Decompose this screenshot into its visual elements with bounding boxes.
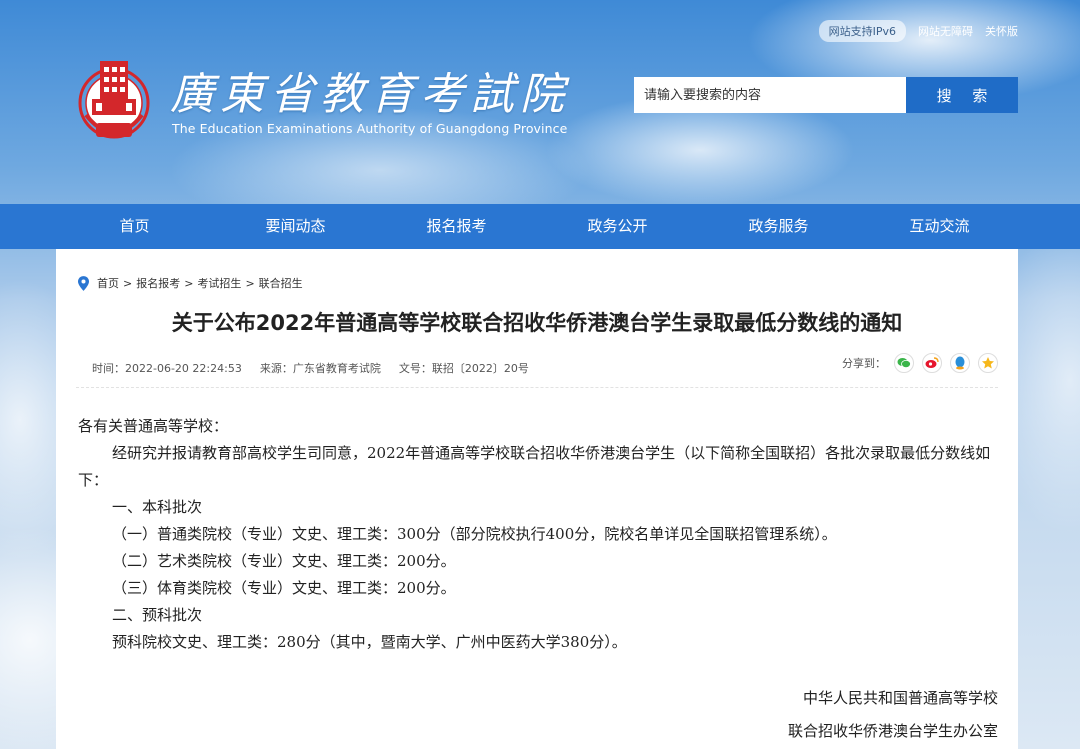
article-paragraph: 二、预科批次 [112, 606, 203, 624]
breadcrumb-home[interactable]: 首页 [97, 275, 119, 291]
article-doc-number: 文号：联招〔2022〕20号 [398, 362, 529, 375]
article-paragraph: 经研究并报请教育部高校学生司同意，2022年普通高等学校联合招收华侨港澳台学生（… [78, 444, 991, 489]
nav-item-registration[interactable]: 报名报考 [376, 204, 537, 249]
logo-emblem-icon [72, 55, 156, 147]
care-version-link[interactable]: 关怀版 [985, 23, 1018, 39]
nav-item-gov-services[interactable]: 政务服务 [698, 204, 859, 249]
logo-title: 廣東省教育考試院 [170, 69, 570, 120]
breadcrumb-joint-admission[interactable]: 联合招生 [259, 275, 303, 291]
qq-icon[interactable] [950, 353, 970, 373]
search-bar: 搜 索 [634, 77, 1018, 113]
main-nav: 首页 要闻动态 报名报考 政务公开 政务服务 互动交流 [0, 204, 1080, 249]
top-links: 网站支持IPv6 网站无障碍 关怀版 [818, 20, 1018, 42]
accessibility-link[interactable]: 网站无障碍 [918, 23, 973, 39]
nav-item-interaction[interactable]: 互动交流 [859, 204, 1020, 249]
article-paragraph: 一、本科批次 [112, 498, 203, 516]
article-paragraph: （二）艺术类院校（专业）文史、理工类：200分。 [112, 552, 456, 570]
breadcrumb: 首页 > 报名报考 > 考试招生 > 联合招生 [78, 275, 303, 291]
weibo-icon[interactable] [922, 353, 942, 373]
article-time: 时间：2022-06-20 22:24:53 [92, 362, 242, 375]
qzone-icon[interactable] [978, 353, 998, 373]
article-paragraph: （三）体育类院校（专业）文史、理工类：200分。 [112, 579, 456, 597]
article-paragraph: 各有关普通高等学校： [78, 417, 229, 435]
meta-divider [76, 387, 998, 388]
breadcrumb-exam-admission[interactable]: 考试招生 [197, 275, 241, 291]
share-label: 分享到： [842, 357, 886, 370]
nav-item-news[interactable]: 要闻动态 [215, 204, 376, 249]
nav-item-home[interactable]: 首页 [54, 204, 215, 249]
wechat-icon[interactable] [894, 353, 914, 373]
ipv6-badge: 网站支持IPv6 [818, 20, 906, 42]
breadcrumb-registration[interactable]: 报名报考 [136, 275, 180, 291]
article-meta: 时间：2022-06-20 22:24:53 来源：广东省教育考试院 文号：联招… [92, 360, 529, 376]
share-bar: 分享到： [842, 353, 998, 373]
breadcrumb-separator: > [184, 276, 194, 290]
breadcrumb-separator: > [123, 276, 133, 290]
logo-subtitle: The Education Examinations Authority of … [172, 121, 568, 136]
article-paragraph: 预科院校文史、理工类：280分（其中，暨南大学、广州中医药大学380分）。 [112, 633, 627, 651]
search-button[interactable]: 搜 索 [906, 77, 1018, 113]
breadcrumb-separator: > [245, 276, 255, 290]
article-title: 关于公布2022年普通高等学校联合招收华侨港澳台学生录取最低分数线的通知 [171, 311, 903, 335]
signature-line-1: 中华人民共和国普通高等学校 [802, 689, 998, 707]
nav-item-gov-affairs[interactable]: 政务公开 [537, 204, 698, 249]
article-card: 首页 > 报名报考 > 考试招生 > 联合招生 关于公布2022年普通高等学校联… [56, 249, 1018, 749]
article-source: 来源：广东省教育考试院 [259, 362, 381, 375]
search-input[interactable] [634, 77, 906, 113]
location-pin-icon [78, 275, 89, 291]
signature-line-2: 联合招收华侨港澳台学生办公室 [787, 722, 998, 740]
article-body: 各有关普通高等学校： 经研究并报请教育部高校学生司同意，2022年普通高等学校联… [78, 413, 1003, 656]
article-paragraph: （一）普通类院校（专业）文史、理工类：300分（部分院校执行400分，院校名单详… [112, 525, 837, 543]
